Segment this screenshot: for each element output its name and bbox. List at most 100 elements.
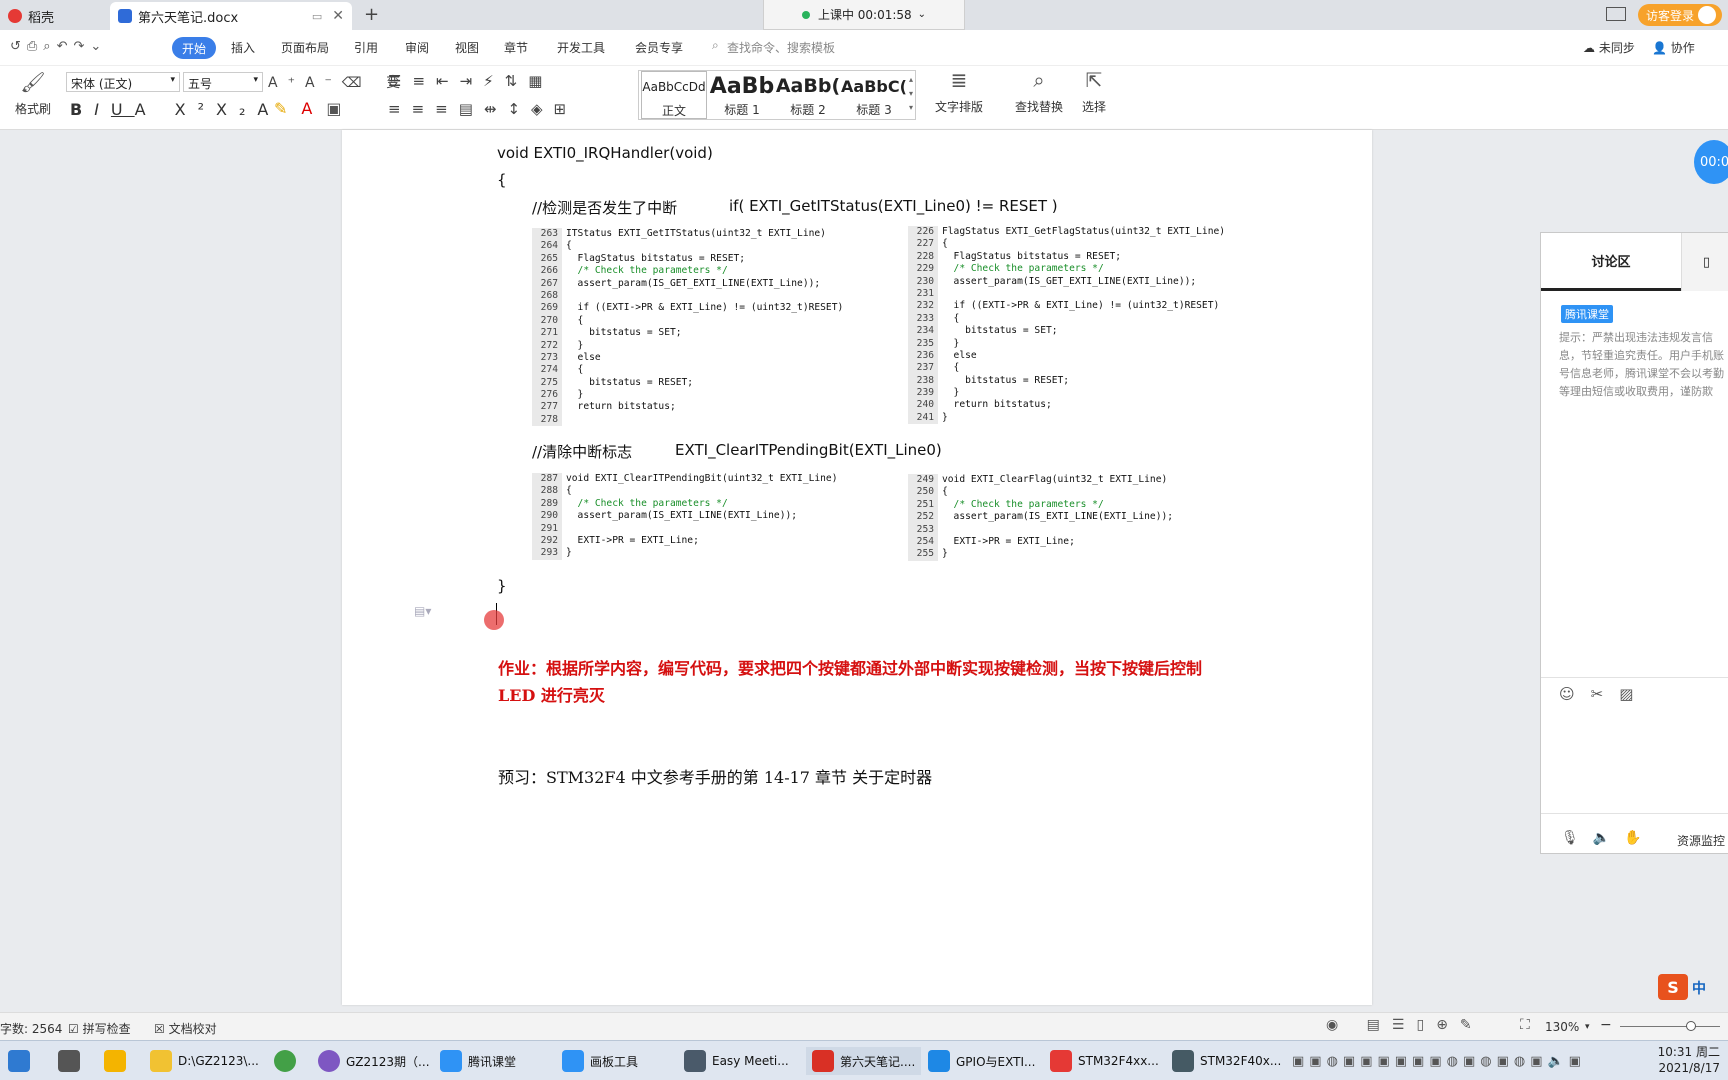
cloud-sync-status[interactable]: ☁ 未同步 bbox=[1583, 39, 1635, 56]
code-editor-icon bbox=[928, 1050, 950, 1072]
code-line: 263 ITStatus EXTI_GetITStatus(uint32_t EX… bbox=[532, 228, 892, 241]
start-menu-icon[interactable] bbox=[8, 1047, 36, 1075]
gallery-scroll-icon[interactable]: ▴ ▾ ▾ bbox=[909, 73, 913, 115]
page-view-icon[interactable]: ▤ bbox=[1367, 1017, 1392, 1033]
taskbar-item-stm32-file[interactable]: STM32F40x... bbox=[1172, 1047, 1281, 1075]
highlight-color-icons[interactable]: ✎A▣ bbox=[274, 99, 355, 118]
command-search-input[interactable]: 查找命令、搜索模板 bbox=[727, 39, 835, 56]
code-text: if ((EXTI->PR & EXTI_Line) != (uint32_t)… bbox=[566, 302, 844, 314]
taskbar-item-explorer[interactable]: D:\GZ2123\... bbox=[150, 1047, 259, 1075]
taskbar-item-gpio-exti[interactable]: GPIO与EXTI... bbox=[928, 1047, 1035, 1075]
calculator-icon[interactable] bbox=[58, 1047, 86, 1075]
taskbar-item-stm32-pdf[interactable]: STM32F4xx... bbox=[1050, 1047, 1159, 1075]
system-clock[interactable]: 10:31 周二 2021/8/17 bbox=[1658, 1044, 1720, 1076]
ime-mode-indicator[interactable]: 中 bbox=[1692, 978, 1706, 998]
taskbar-item-gz2123[interactable]: GZ2123期（... bbox=[318, 1047, 430, 1075]
emoji-icon[interactable]: ☺ bbox=[1559, 685, 1591, 703]
text-format-icons[interactable]: BIUA X²X₂A bbox=[70, 100, 280, 119]
code-text: EXTI->PR = EXTI_Line; bbox=[942, 535, 1075, 547]
hand-icon[interactable]: ✋ bbox=[1624, 830, 1655, 846]
zoom-out-icon[interactable]: − bbox=[1600, 1017, 1612, 1033]
scissors-icon[interactable]: ✂ bbox=[1591, 685, 1620, 703]
text-layout-label: 文字排版 bbox=[934, 100, 983, 114]
tab-document[interactable]: 第六天笔记.docx ▭ ✕ bbox=[110, 2, 352, 30]
browser-icon[interactable] bbox=[274, 1047, 302, 1075]
comment-detect-interrupt: //检测是否发生了中断 bbox=[532, 199, 678, 217]
tab-discussion[interactable]: 讨论区 bbox=[1541, 233, 1681, 291]
new-tab-button[interactable]: + bbox=[364, 4, 379, 25]
restore-icon[interactable]: ▭ bbox=[312, 10, 322, 23]
taskbar-label: GZ2123期（... bbox=[346, 1054, 430, 1069]
taskbar-item-easy-meeting[interactable]: Easy Meeti... bbox=[684, 1047, 789, 1075]
tab-chapter[interactable]: 章节 bbox=[504, 39, 528, 56]
font-size-select[interactable]: 五号 ▾ bbox=[183, 72, 263, 92]
alignment-icons[interactable]: ≡≡≡▤⇹↕◈⊞ bbox=[388, 100, 577, 118]
taskbar-item-tencent-class[interactable]: 腾讯课堂 bbox=[440, 1047, 516, 1075]
code-text: FlagStatus bitstatus = RESET; bbox=[942, 250, 1122, 262]
code-screenshot-clearitpending: 287 void EXTI_ClearITPendingBit(uint32_t … bbox=[532, 473, 892, 560]
tab-view[interactable]: 视图 bbox=[455, 39, 479, 56]
image-icon[interactable]: ▨ bbox=[1619, 685, 1649, 703]
style-heading-2[interactable]: AaBb( 标题 2 bbox=[775, 71, 841, 119]
code-text: } bbox=[942, 337, 960, 349]
system-tray-icons[interactable]: ▣▣◍▣▣▣▣▣▣◍▣◍▣◍▣🔈▣ bbox=[1292, 1047, 1586, 1075]
taskbar-item-word-doc[interactable]: 第六天笔记.... bbox=[806, 1047, 922, 1075]
pen-icon[interactable]: ✎ bbox=[1460, 1017, 1484, 1033]
outline-view-icon[interactable]: ☰ bbox=[1392, 1017, 1417, 1033]
close-tab-icon[interactable]: ✕ bbox=[332, 8, 344, 24]
zoom-slider-thumb[interactable] bbox=[1686, 1021, 1696, 1031]
line-number: 271 bbox=[532, 327, 562, 340]
select-button[interactable]: ⇱ 选择 bbox=[1074, 68, 1114, 115]
tab-member[interactable]: 会员专享 bbox=[635, 39, 683, 56]
style-heading-1[interactable]: AaBb 标题 1 bbox=[709, 71, 775, 119]
input-tool-icons[interactable]: ☺✂▨ bbox=[1559, 685, 1649, 703]
tab-start[interactable]: 开始 bbox=[172, 37, 216, 59]
spell-check-toggle[interactable]: ☑ 拼写检查 bbox=[68, 1020, 131, 1037]
microphone-icon[interactable]: 🎙 bbox=[1561, 830, 1593, 846]
font-name-select[interactable]: 宋体 (正文) ▾ bbox=[66, 72, 180, 92]
speaker-icon[interactable]: 🔈 bbox=[1593, 830, 1624, 846]
paragraph-list-icons[interactable]: ☰≡⇤⇥⚡⇅▦ bbox=[388, 72, 553, 90]
tab-review[interactable]: 审阅 bbox=[405, 39, 429, 56]
pdf-icon bbox=[1050, 1050, 1072, 1072]
doc-proof-toggle[interactable]: ☒ 文档校对 bbox=[154, 1020, 217, 1037]
resource-monitor-button[interactable]: 资源监控 bbox=[1677, 832, 1725, 849]
code-line: 237 { bbox=[908, 362, 1248, 375]
eye-icon[interactable]: ◉ bbox=[1326, 1017, 1350, 1033]
paragraph-handle-icon[interactable]: ▤▾ bbox=[414, 604, 431, 618]
zoom-level[interactable]: 130% bbox=[1545, 1020, 1579, 1034]
style-heading-3[interactable]: AaBbC( 标题 3 bbox=[841, 71, 907, 119]
class-status-pill[interactable]: 上课中 00:01:58 ⌄ bbox=[763, 0, 965, 30]
line-number: 231 bbox=[908, 287, 938, 301]
taskbar-item-drawing-board[interactable]: 画板工具 bbox=[562, 1047, 638, 1075]
code-screenshot-getitstatus: 263 ITStatus EXTI_GetITStatus(uint32_t EX… bbox=[532, 228, 892, 427]
find-replace-button[interactable]: ⌕ 查找替换 bbox=[1008, 68, 1070, 115]
tab-daoke[interactable]: 稻壳 bbox=[0, 2, 108, 30]
web-view-icon[interactable]: ⊕ bbox=[1436, 1017, 1460, 1033]
audio-tool-icons[interactable]: 🎙🔈✋ bbox=[1561, 830, 1656, 846]
style-normal[interactable]: AaBbCcDd 正文 bbox=[641, 71, 707, 119]
class-timer-badge[interactable]: 00:0 bbox=[1694, 140, 1728, 184]
tab-references[interactable]: 引用 bbox=[354, 39, 378, 56]
paint-icon[interactable] bbox=[104, 1047, 132, 1075]
line-number: 290 bbox=[532, 510, 562, 523]
tab-other[interactable]: ▯ bbox=[1681, 233, 1728, 291]
visitor-login-button[interactable]: 访客登录 bbox=[1637, 4, 1722, 26]
read-view-icon[interactable]: ▯ bbox=[1416, 1017, 1436, 1033]
text-layout-button[interactable]: ≣ 文字排版 bbox=[928, 68, 990, 115]
line-number: 274 bbox=[532, 364, 562, 377]
sogou-ime-icon[interactable]: S bbox=[1658, 974, 1688, 1000]
tab-insert[interactable]: 插入 bbox=[231, 39, 255, 56]
fit-page-icon[interactable]: ⛶ bbox=[1520, 1017, 1530, 1033]
tab-developer[interactable]: 开发工具 bbox=[557, 39, 605, 56]
format-painter-button[interactable]: 🖌 格式刷 bbox=[10, 70, 56, 117]
zoom-slider-track[interactable] bbox=[1620, 1026, 1720, 1027]
chevron-down-icon[interactable]: ▾ bbox=[1585, 1022, 1590, 1032]
collaborate-button[interactable]: 👤 协作 bbox=[1652, 39, 1695, 56]
tab-page-layout[interactable]: 页面布局 bbox=[281, 39, 329, 56]
quick-access-icons[interactable]: ↺⎙⌕↶↷⌄ bbox=[10, 39, 107, 54]
code-text: { bbox=[566, 485, 572, 497]
view-mode-icons[interactable]: ◉ ▤☰▯⊕✎ bbox=[1326, 1017, 1484, 1033]
word-count[interactable]: 字数: 2564 bbox=[0, 1020, 62, 1037]
layout-icon[interactable] bbox=[1606, 7, 1626, 21]
